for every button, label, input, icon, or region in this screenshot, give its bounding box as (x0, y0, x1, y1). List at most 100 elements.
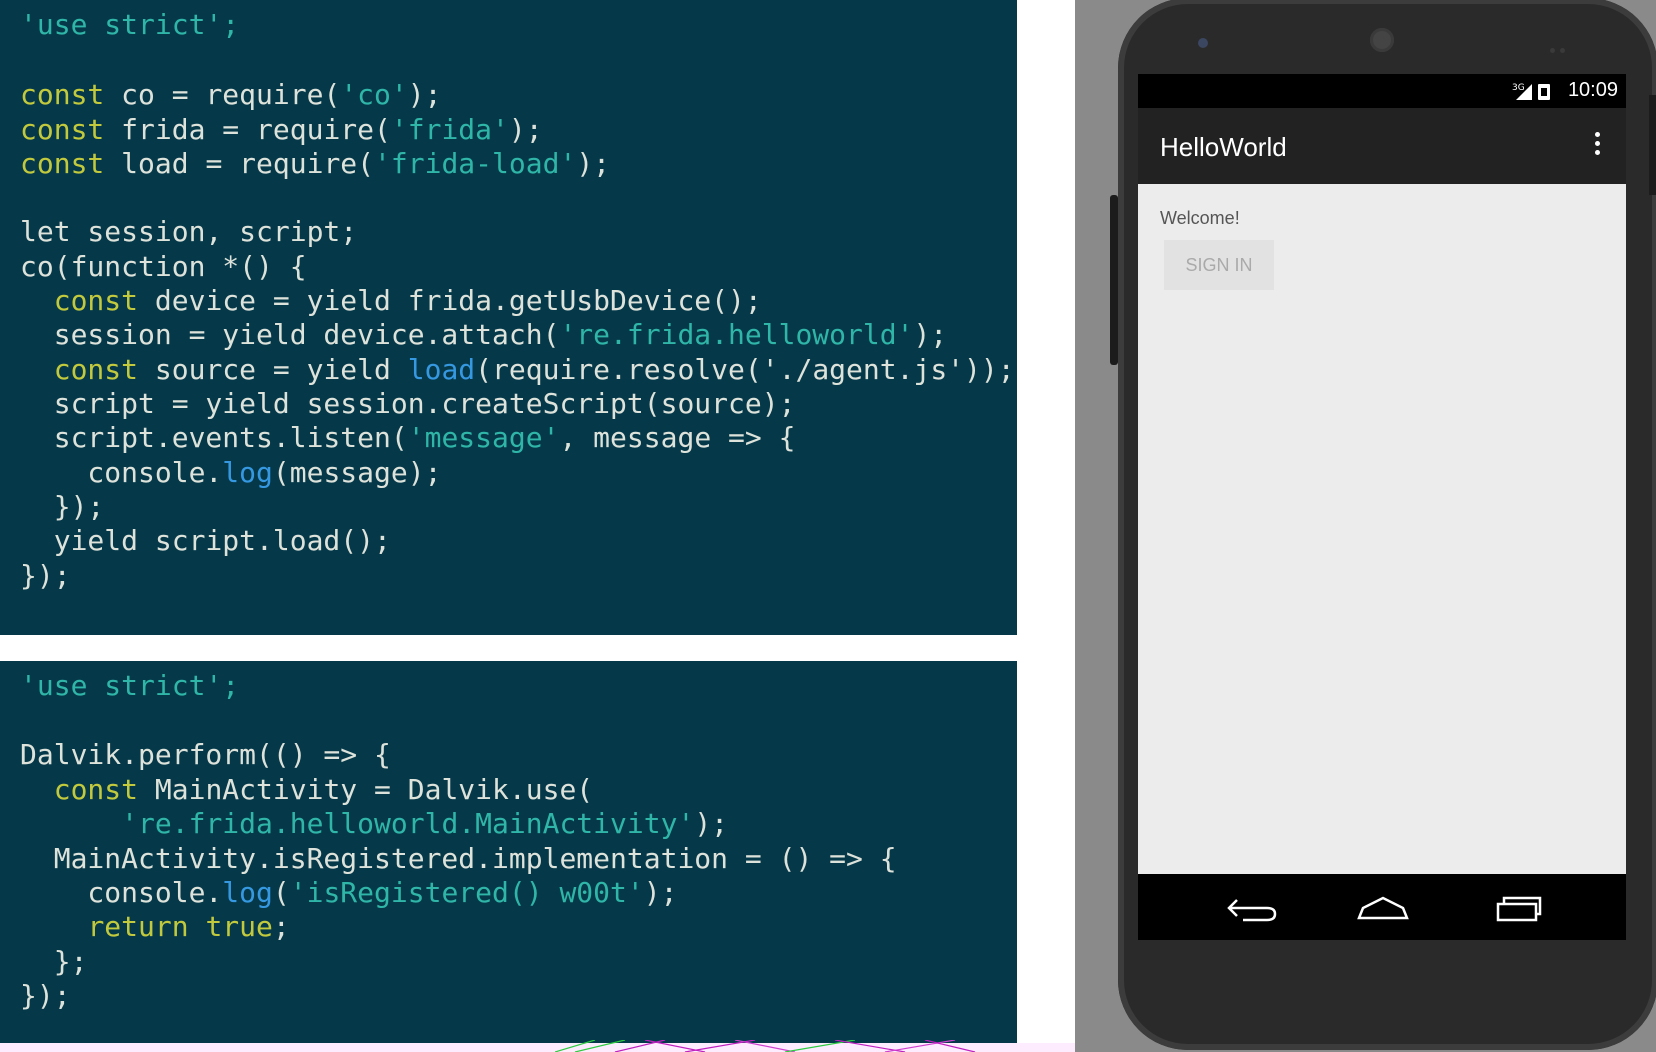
code-token: const (20, 147, 105, 180)
code-line: const co = require('co'); (20, 78, 441, 112)
svg-text:3G: 3G (1512, 83, 1525, 93)
code-line: Dalvik.perform(() => { (20, 738, 391, 772)
code-token: script = yield session.createScript(sour… (20, 387, 796, 420)
recent-apps-icon[interactable] (1488, 888, 1548, 928)
code-token: console. (20, 876, 223, 909)
code-token: const (53, 353, 139, 386)
code-token: 're.frida.helloworld.MainActivity' (121, 807, 695, 840)
code-line: co(function *() { (20, 250, 307, 284)
code-token: ( (272, 876, 290, 909)
front-camera-icon (1198, 38, 1208, 48)
signal-3g-icon: 3G (1512, 83, 1550, 100)
code-token: 'co' (340, 78, 408, 111)
code-token: let session, script; (20, 215, 358, 248)
code-token: load = require( (104, 147, 375, 180)
code-token: (require.resolve('./agent.js')); (475, 353, 1015, 386)
code-token: yield script.load(); (20, 524, 391, 557)
code-token: ); (508, 113, 543, 146)
activity-content: Welcome! SIGN IN (1138, 184, 1626, 874)
agent-loader-code-panel: 'use strict'; const co = require('co'); co… (0, 0, 1017, 635)
code-token: Dalvik.perform(() => { (20, 738, 391, 771)
code-line: 're.frida.helloworld.MainActivity'); (20, 807, 728, 841)
phone-side-button (1110, 195, 1118, 365)
code-line: console.log(message); (20, 456, 441, 490)
code-line: const frida = require('frida'); (20, 113, 543, 147)
code-line: }); (20, 559, 71, 593)
code-token: source = yield (138, 353, 408, 386)
code-token: 're.frida.helloworld' (559, 318, 914, 351)
welcome-text: Welcome! (1160, 208, 1240, 228)
earpiece-speaker (1370, 28, 1394, 52)
code-token: }); (20, 979, 71, 1012)
code-line: script = yield session.createScript(sour… (20, 387, 796, 421)
code-line: const source = yield load(require.resolv… (20, 353, 1015, 387)
code-token: }); (20, 559, 71, 592)
code-line: MainActivity.isRegistered.implementation… (20, 842, 897, 876)
code-line: }; (20, 945, 88, 979)
code-token: device = yield frida.getUsbDevice(); (138, 284, 762, 317)
code-token: ); (694, 807, 729, 840)
code-line: }); (20, 979, 71, 1013)
code-token: 'use strict'; (20, 669, 240, 702)
code-token: co = require( (104, 78, 341, 111)
sign-in-button[interactable]: SIGN IN (1164, 240, 1274, 290)
code-token: }); (20, 490, 105, 523)
code-token: }; (20, 945, 88, 978)
code-token: 'isRegistered() w00t' (289, 876, 644, 909)
code-token: load (407, 353, 476, 386)
home-icon[interactable] (1353, 888, 1413, 928)
code-line: let session, script; (20, 215, 357, 249)
code-token: ); (643, 876, 678, 909)
code-token: MainActivity.isRegistered.implementation… (20, 842, 897, 875)
code-token: const (53, 773, 139, 806)
code-token: ); (576, 147, 611, 180)
code-token: , message => { (559, 421, 796, 454)
code-line: yield script.load(); (20, 524, 391, 558)
code-line: const load = require('frida-load'); (20, 147, 610, 181)
proximity-sensors (1550, 38, 1570, 53)
phone-power-button (1649, 95, 1656, 195)
app-bar: HelloWorld (1138, 108, 1626, 184)
app-title: HelloWorld (1160, 132, 1287, 162)
navigation-bar (1138, 874, 1626, 940)
overflow-menu-icon[interactable] (1592, 132, 1602, 160)
code-token: console. (20, 456, 223, 489)
status-bar: 3G 10:09 (1138, 74, 1626, 108)
code-token: return true (87, 910, 273, 943)
code-token: 'message' (407, 421, 560, 454)
code-token: const (20, 113, 105, 146)
code-line: 'use strict'; (20, 669, 239, 703)
code-token: const (20, 78, 105, 111)
code-line: const device = yield frida.getUsbDevice(… (20, 284, 762, 318)
code-token: MainActivity = Dalvik.use( (138, 773, 594, 806)
status-icons: 3G (1512, 80, 1556, 102)
code-line: 'use strict'; (20, 8, 239, 42)
code-token: 'frida' (390, 113, 509, 146)
code-token: log (222, 456, 273, 489)
code-line: }); (20, 490, 105, 524)
status-time: 10:09 (1567, 79, 1618, 101)
code-token: log (222, 876, 273, 909)
code-token: (message); (272, 456, 442, 489)
code-token: co(function *() { (20, 250, 307, 283)
code-line: session = yield device.attach('re.frida.… (20, 318, 947, 352)
code-token: ; (272, 910, 290, 943)
code-token: const (53, 284, 139, 317)
agent-script-code-panel: 'use strict'; Dalvik.perform(() => { cons… (0, 661, 1017, 1043)
code-token: ); (407, 78, 442, 111)
code-line: const MainActivity = Dalvik.use( (20, 773, 593, 807)
phone-screen: 3G 10:09 HelloWorld Welcome! SIGN IN (1138, 74, 1626, 940)
code-token: session = yield device.attach( (20, 318, 560, 351)
code-line: script.events.listen('message', message … (20, 421, 796, 455)
code-line: return true; (20, 910, 290, 944)
code-token: 'frida-load' (374, 147, 577, 180)
code-token: script.events.listen( (20, 421, 408, 454)
decorative-mesh-graphic (555, 1040, 976, 1052)
back-icon[interactable] (1223, 888, 1283, 928)
code-token: 'use strict'; (20, 8, 240, 41)
